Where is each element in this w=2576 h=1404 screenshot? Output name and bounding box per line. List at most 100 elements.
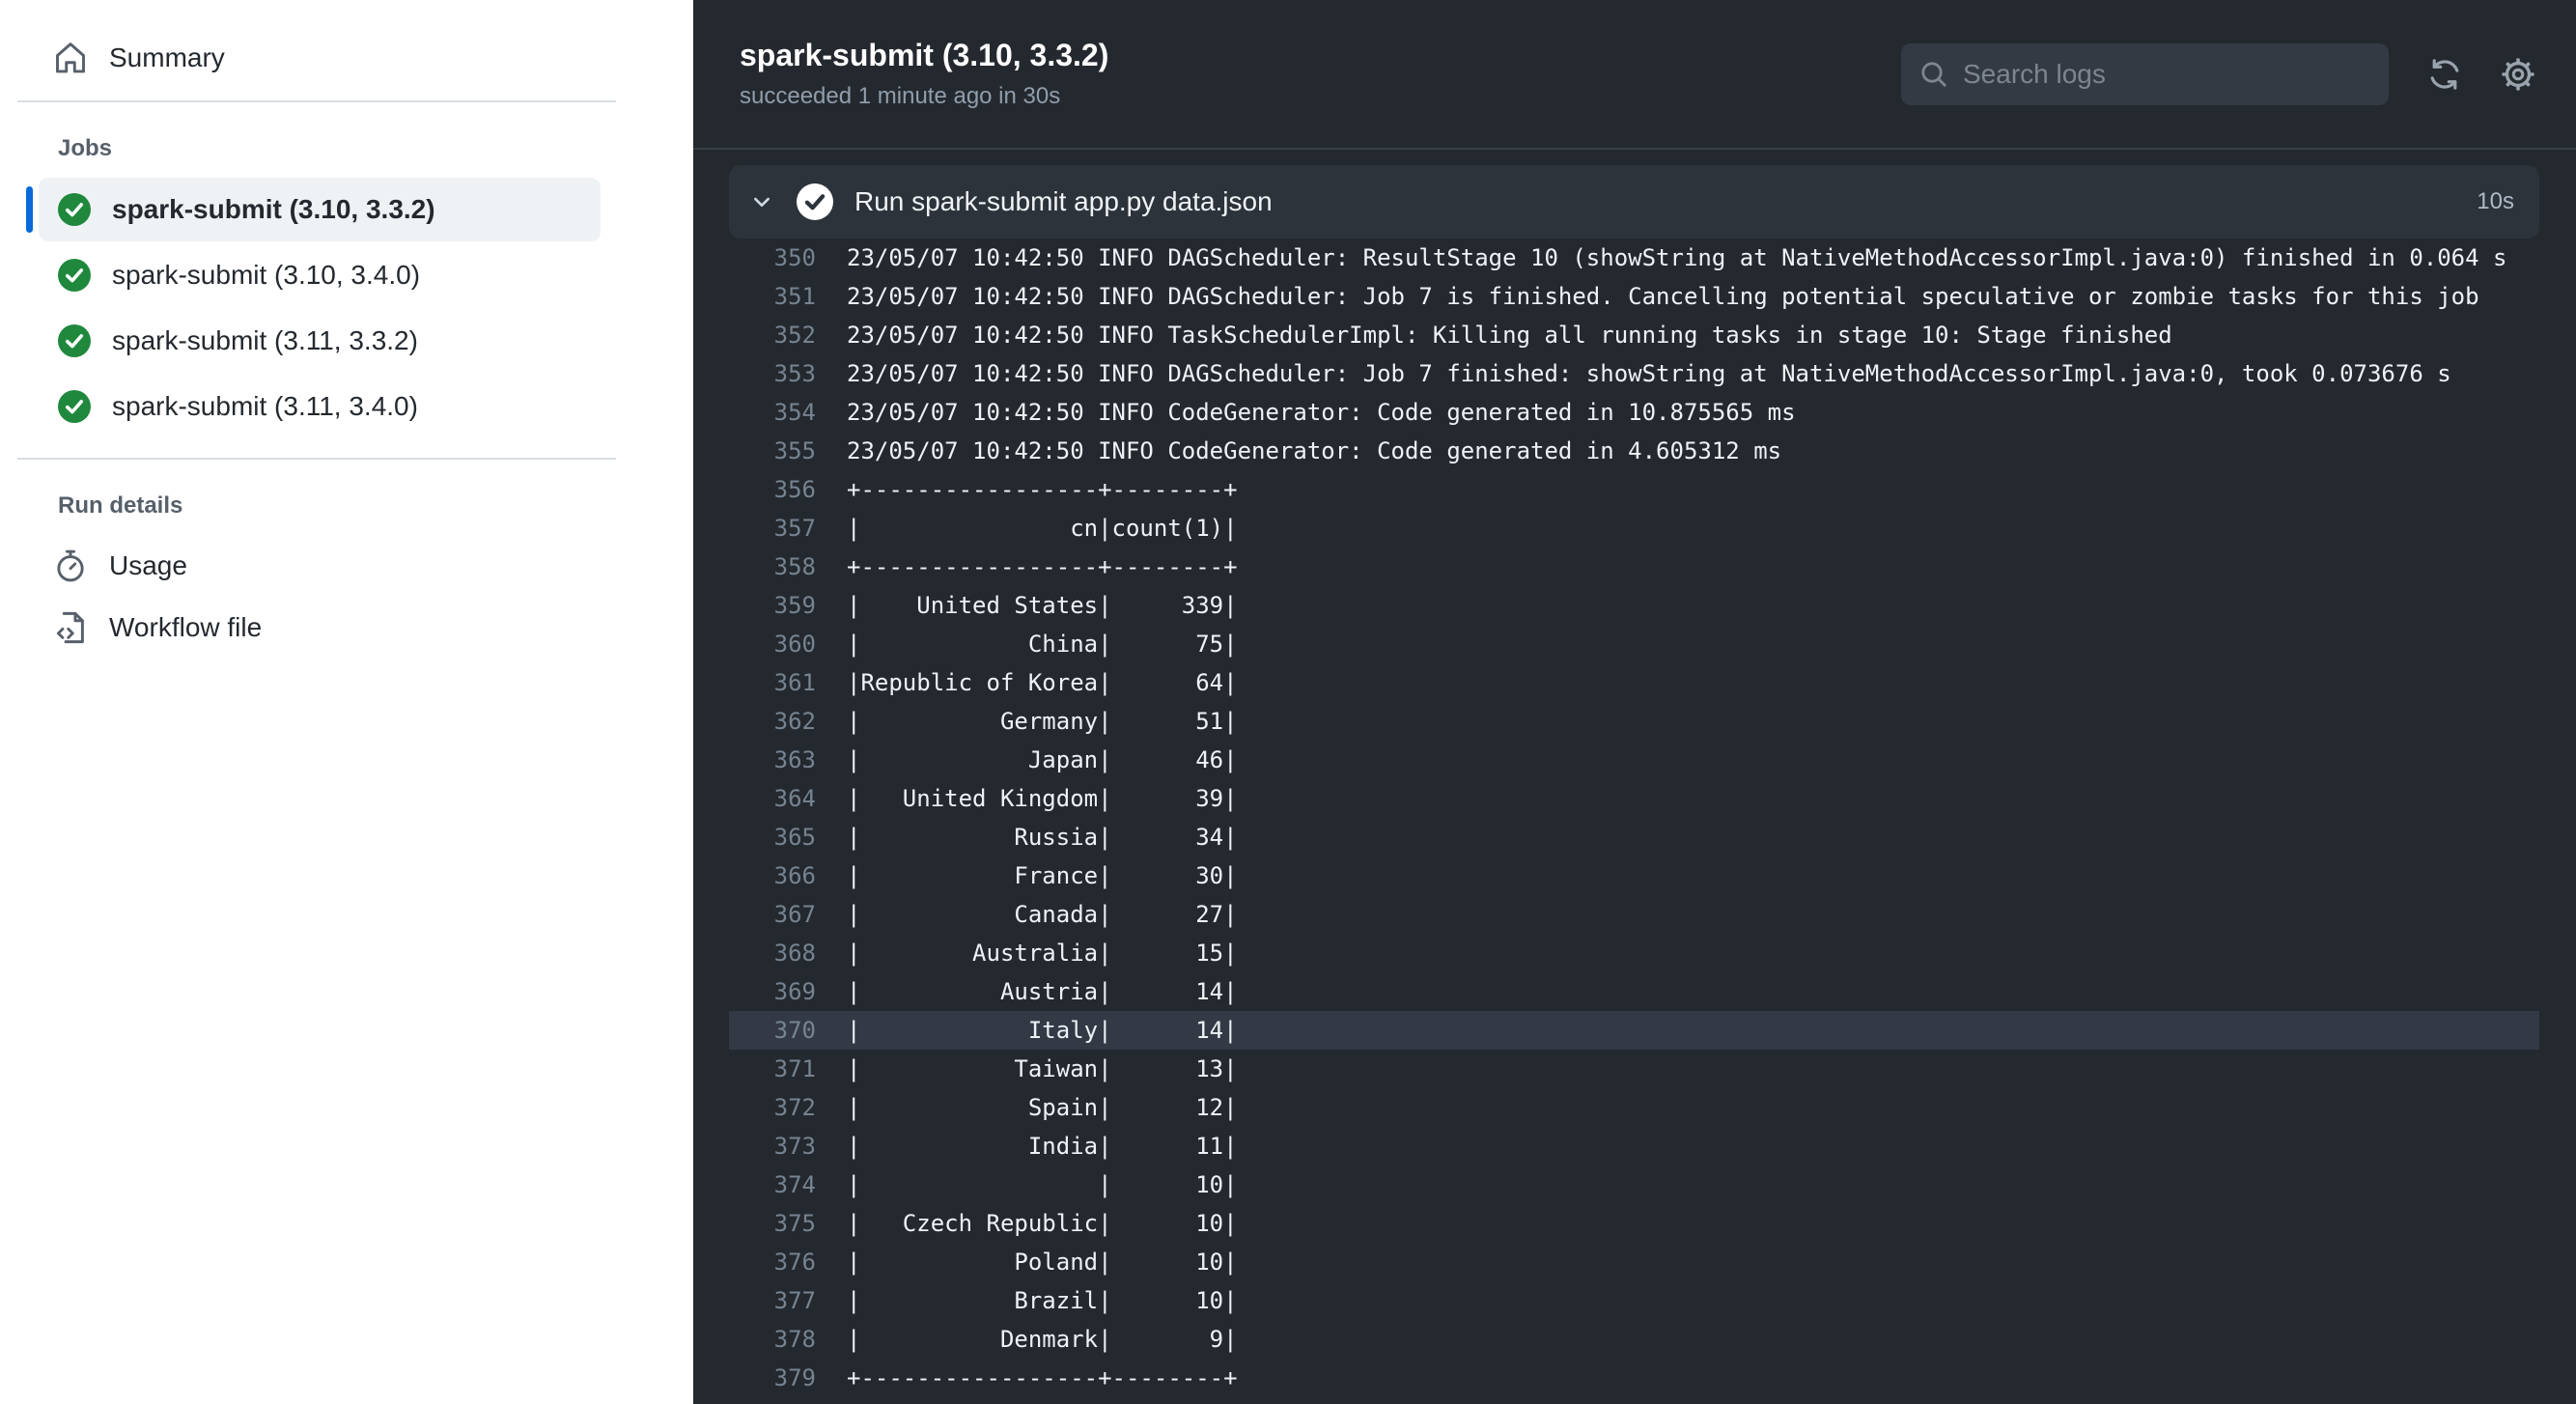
line-number[interactable]: 350 [729, 239, 816, 277]
line-number[interactable]: 360 [729, 625, 816, 663]
line-number[interactable]: 368 [729, 934, 816, 972]
sidebar-item-summary[interactable]: Summary [53, 33, 225, 83]
summary-label: Summary [109, 42, 225, 73]
line-number[interactable]: 366 [729, 856, 816, 895]
sidebar-job-item[interactable]: spark-submit (3.11, 3.4.0) [39, 375, 601, 438]
log-text: | Canada| 27| [847, 895, 1238, 934]
job-label: spark-submit (3.10, 3.4.0) [112, 260, 420, 291]
line-number[interactable]: 372 [729, 1088, 816, 1127]
line-number[interactable]: 379 [729, 1359, 816, 1397]
log-text: | Taiwan| 13| [847, 1050, 1238, 1088]
line-number[interactable]: 362 [729, 702, 816, 741]
log-line: 356 +-----------------+--------+ [729, 470, 2539, 509]
log-line: 359| United States| 339| [729, 586, 2539, 625]
line-number[interactable]: 352 [729, 316, 816, 354]
run-details-heading: Run details [58, 492, 693, 519]
job-label: spark-submit (3.10, 3.3.2) [112, 194, 435, 225]
log-text: | Germany| 51| [847, 702, 1238, 741]
line-number[interactable]: 371 [729, 1050, 816, 1088]
check-circle-icon [58, 324, 91, 357]
sidebar-job-item[interactable]: spark-submit (3.10, 3.3.2) [39, 178, 601, 241]
line-number[interactable]: 365 [729, 818, 816, 856]
file-code-icon [53, 610, 88, 645]
line-number[interactable]: 378 [729, 1320, 816, 1359]
line-number[interactable]: 358 [729, 548, 816, 586]
line-number[interactable]: 373 [729, 1127, 816, 1165]
line-number[interactable]: 363 [729, 741, 816, 779]
log-line: 354 23/05/07 10:42:50 INFO CodeGenerator:… [729, 393, 2539, 432]
log-line: 378| Denmark| 9| [729, 1320, 2539, 1359]
stopwatch-icon [53, 548, 88, 583]
sidebar-job-item[interactable]: spark-submit (3.10, 3.4.0) [39, 243, 601, 307]
job-header: spark-submit (3.10, 3.3.2) succeeded 1 m… [693, 0, 2576, 150]
log-text: +-----------------+--------+ [847, 470, 1238, 509]
step-name: Run spark-submit app.py data.json [854, 186, 1273, 217]
log-line: 35323/05/07 10:42:50 INFO DAGScheduler: … [729, 354, 2539, 393]
line-number[interactable]: 377 [729, 1281, 816, 1320]
chevron-down-icon [748, 188, 775, 215]
workflow-file-label: Workflow file [109, 612, 262, 643]
sidebar-item-usage[interactable]: Usage [53, 535, 187, 597]
log-area: Run spark-submit app.py data.json 10s 35… [693, 150, 2576, 1404]
line-number[interactable]: 370 [729, 1011, 816, 1050]
log-line: 357 | cn|count(1)| [729, 509, 2539, 548]
log-text: | United Kingdom| 39| [847, 779, 1238, 818]
usage-label: Usage [109, 550, 187, 581]
job-title-block: spark-submit (3.10, 3.3.2) succeeded 1 m… [740, 38, 1108, 110]
job-title: spark-submit (3.10, 3.3.2) [740, 38, 1108, 73]
settings-button[interactable] [2501, 57, 2535, 92]
line-number[interactable]: 375 [729, 1204, 816, 1243]
line-number[interactable]: 359 [729, 586, 816, 625]
log-text: | Czech Republic| 10| [847, 1204, 1238, 1243]
sidebar-item-workflow-file[interactable]: Workflow file [53, 597, 262, 659]
jobs-list: spark-submit (3.10, 3.3.2) spark-submit … [0, 178, 693, 438]
log-text: | cn|count(1)| [847, 509, 1238, 548]
line-number[interactable]: 367 [729, 895, 816, 934]
log-text: 23/05/07 10:42:50 INFO CodeGenerator: Co… [847, 393, 1796, 432]
log-text: | Brazil| 10| [847, 1281, 1238, 1320]
line-number[interactable]: 353 [729, 354, 816, 393]
step-header[interactable]: Run spark-submit app.py data.json 10s [729, 165, 2539, 239]
line-number[interactable]: 356 [729, 470, 816, 509]
step-check-circle-icon [797, 183, 833, 220]
log-text: | Poland| 10| [847, 1243, 1238, 1281]
line-number[interactable]: 374 [729, 1165, 816, 1204]
line-number[interactable]: 364 [729, 779, 816, 818]
home-icon [53, 41, 88, 75]
log-line: 371 | Taiwan| 13| [729, 1050, 2539, 1088]
search-box[interactable] [1901, 43, 2389, 105]
log-line: 375 | Czech Republic| 10| [729, 1204, 2539, 1243]
log-lines: 35023/05/07 10:42:50 INFO DAGScheduler: … [729, 239, 2539, 1397]
log-line: 361 |Republic of Korea| 64| [729, 663, 2539, 702]
jobs-heading: Jobs [58, 135, 693, 162]
log-line: 362 | Germany| 51| [729, 702, 2539, 741]
divider [17, 100, 616, 102]
log-text: | Australia| 15| [847, 934, 1238, 972]
line-number[interactable]: 376 [729, 1243, 816, 1281]
log-text: | India| 11| [847, 1127, 1238, 1165]
line-number[interactable]: 357 [729, 509, 816, 548]
check-circle-icon [58, 390, 91, 423]
line-number[interactable]: 361 [729, 663, 816, 702]
log-line: 376 | Poland| 10| [729, 1243, 2539, 1281]
log-text: +-----------------+--------+ [847, 548, 1238, 586]
sidebar-job-item[interactable]: spark-submit (3.11, 3.3.2) [39, 309, 601, 373]
log-line: 35523/05/07 10:42:50 INFO CodeGenerator:… [729, 432, 2539, 470]
line-number[interactable]: 354 [729, 393, 816, 432]
job-label: spark-submit (3.11, 3.3.2) [112, 325, 418, 356]
line-number[interactable]: 369 [729, 972, 816, 1011]
divider [17, 458, 616, 460]
line-number[interactable]: 351 [729, 277, 816, 316]
log-line: 35123/05/07 10:42:50 INFO DAGScheduler: … [729, 277, 2539, 316]
log-text: |Republic of Korea| 64| [847, 663, 1238, 702]
search-input[interactable] [1963, 59, 2371, 90]
log-line: 364 | United Kingdom| 39| [729, 779, 2539, 818]
log-line: 368 | Australia| 15| [729, 934, 2539, 972]
log-line: 366| France| 30| [729, 856, 2539, 895]
log-text: | | 10| [847, 1165, 1238, 1204]
check-circle-icon [58, 259, 91, 292]
log-line: 365| Russia| 34| [729, 818, 2539, 856]
line-number[interactable]: 355 [729, 432, 816, 470]
refresh-button[interactable] [2427, 57, 2462, 92]
log-text: | Japan| 46| [847, 741, 1238, 779]
